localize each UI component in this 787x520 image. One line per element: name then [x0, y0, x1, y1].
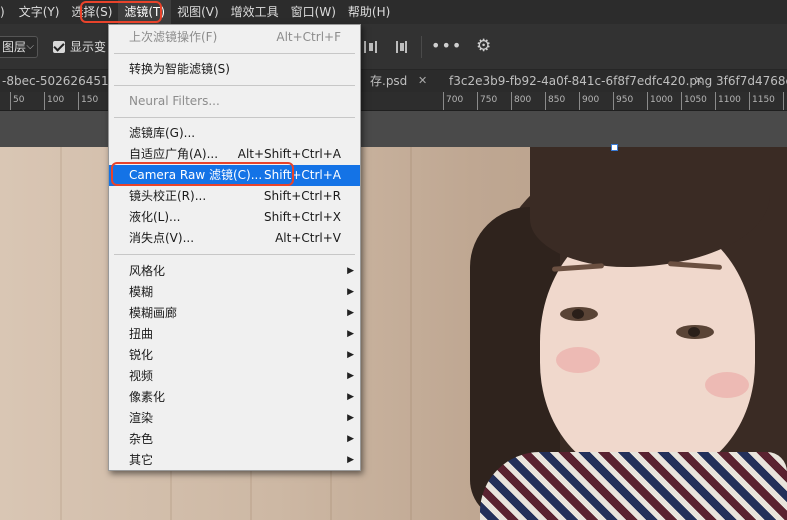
menu-item-shortcut: Shift+Ctrl+X: [264, 210, 341, 224]
photo-eye-right: [676, 325, 714, 339]
ruler-tick: 950: [613, 92, 633, 110]
submenu-arrow-icon: ▶: [347, 350, 354, 360]
filter-menu-item-distort[interactable]: 扭曲 ▶: [109, 324, 360, 345]
show-transform-label: 显示变: [70, 40, 107, 54]
doc-tab-3-label: f3c2e3b9-fb92-4a0f-841c-6f8f7edfc420.png: [449, 74, 713, 88]
submenu-arrow-icon: ▶: [347, 308, 354, 318]
ruler-tick: 150: [78, 92, 98, 110]
submenu-arrow-icon: ▶: [347, 434, 354, 444]
menu-item-label: 风格化: [129, 264, 166, 278]
menu-separator: [114, 117, 355, 118]
ruler-tick: 1050: [681, 92, 707, 110]
ruler-tick: 1200: [783, 92, 787, 110]
filter-menu-item-liquify[interactable]: 液化(L)... Shift+Ctrl+X: [109, 207, 360, 228]
gear-icon[interactable]: ⚙: [476, 36, 491, 56]
menu-separator: [114, 85, 355, 86]
distribute-horizontal-icon[interactable]: [393, 39, 409, 55]
menu-window[interactable]: 窗口(W): [285, 0, 342, 24]
doc-tab-2-label: 存.psd: [370, 74, 408, 88]
chevron-down-icon: ⌵: [26, 41, 34, 52]
submenu-arrow-icon: ▶: [347, 413, 354, 423]
menu-help[interactable]: 帮助(H): [342, 0, 396, 24]
filter-menu-item-video[interactable]: 视频 ▶: [109, 366, 360, 387]
filter-menu-item-blur[interactable]: 模糊 ▶: [109, 282, 360, 303]
doc-tab-2[interactable]: 存.psd: [370, 70, 407, 92]
show-transform-checkbox[interactable]: [53, 41, 65, 53]
ruler-tick: 1150: [749, 92, 775, 110]
menu-item-label: Neural Filters...: [129, 94, 220, 108]
ruler-tick: 1100: [715, 92, 741, 110]
filter-menu-item-render[interactable]: 渲染 ▶: [109, 408, 360, 429]
menu-type[interactable]: 文字(Y): [13, 0, 66, 24]
submenu-arrow-icon: ▶: [347, 329, 354, 339]
ruler-tick: 1000: [647, 92, 673, 110]
menu-item-label: 模糊画廊: [129, 306, 178, 320]
menu-item-label: 滤镜库(G)...: [129, 126, 196, 140]
ruler-tick: 800: [511, 92, 531, 110]
ruler-tick: 750: [477, 92, 497, 110]
ruler-tick: 850: [545, 92, 565, 110]
auto-select-dropdown[interactable]: 图层 ⌵: [0, 36, 38, 58]
filter-menu-item-vanishing-point[interactable]: 消失点(V)... Alt+Ctrl+V: [109, 228, 360, 249]
ruler-tick: 100: [44, 92, 64, 110]
menu-item-shortcut: Alt+Ctrl+F: [276, 30, 341, 44]
filter-menu-item-stylize[interactable]: 风格化 ▶: [109, 261, 360, 282]
transform-handle[interactable]: [611, 144, 618, 151]
close-icon[interactable]: ✕: [694, 70, 703, 92]
menu-item-label: 上次滤镜操作(F): [129, 30, 218, 44]
filter-menu-item-last-filter[interactable]: 上次滤镜操作(F) Alt+Ctrl+F: [109, 27, 360, 48]
menu-item-label: 像素化: [129, 390, 166, 404]
doc-tab-4-label: 3f6f7d4768e2: [716, 74, 787, 88]
filter-menu-item-lens-correction[interactable]: 镜头校正(R)... Shift+Ctrl+R: [109, 186, 360, 207]
menu-item-shortcut: Shift+Ctrl+R: [263, 189, 341, 203]
doc-tab-3[interactable]: f3c2e3b9-fb92-4a0f-841c-6f8f7edfc420.png: [449, 70, 712, 92]
filter-menu-item-noise[interactable]: 杂色 ▶: [109, 429, 360, 450]
close-icon[interactable]: ✕: [418, 70, 427, 92]
photo-eye-left: [560, 307, 598, 321]
filter-menu-item-other[interactable]: 其它 ▶: [109, 450, 360, 471]
filter-menu-item-smart-filter[interactable]: 转换为智能滤镜(S): [109, 59, 360, 80]
submenu-arrow-icon: ▶: [347, 266, 354, 276]
menu-separator: [114, 254, 355, 255]
photo-cheek-left: [556, 347, 600, 373]
menu-item-label: 其它: [129, 453, 154, 467]
menu-item-label: 扭曲: [129, 327, 154, 341]
menu-item-shortcut: Alt+Ctrl+V: [275, 231, 341, 245]
filter-menu-item-filter-gallery[interactable]: 滤镜库(G)...: [109, 123, 360, 144]
menu-item-label: 视频: [129, 369, 154, 383]
menu-item-label: 镜头校正(R)...: [129, 189, 207, 203]
ruler-tick: 50: [10, 92, 24, 110]
photo-scarf: [480, 452, 787, 520]
menu-item-label: 液化(L)...: [129, 210, 181, 224]
filter-menu-item-neural-filters[interactable]: Neural Filters...: [109, 91, 360, 112]
auto-select-value: 图层: [2, 40, 27, 54]
menu-item-label: 锐化: [129, 348, 154, 362]
photo-cheek-right: [705, 372, 749, 398]
menu-separator: [114, 53, 355, 54]
submenu-arrow-icon: ▶: [347, 455, 354, 465]
menu-item-label: 杂色: [129, 432, 154, 446]
annotation-highlight-camera-raw: [111, 162, 294, 186]
menu-item-label: 转换为智能滤镜(S): [129, 62, 230, 76]
toolbar-divider: [421, 36, 422, 58]
more-options-icon[interactable]: •••: [431, 36, 462, 55]
doc-tab-4[interactable]: 3f6f7d4768e2: [716, 70, 787, 92]
menu-image-partial[interactable]: ): [0, 0, 13, 24]
menu-plugins[interactable]: 增效工具: [225, 0, 285, 24]
menu-view[interactable]: 视图(V): [171, 0, 225, 24]
filter-menu-item-sharpen[interactable]: 锐化 ▶: [109, 345, 360, 366]
menu-item-label: 渲染: [129, 411, 154, 425]
menu-item-label: 模糊: [129, 285, 154, 299]
submenu-arrow-icon: ▶: [347, 287, 354, 297]
ruler-tick: 900: [579, 92, 599, 110]
ruler-tick: 700: [443, 92, 463, 110]
submenu-arrow-icon: ▶: [347, 371, 354, 381]
annotation-highlight-filter-menu: [80, 1, 162, 23]
menu-item-label: 消失点(V)...: [129, 231, 195, 245]
filter-menu: 上次滤镜操作(F) Alt+Ctrl+F 转换为智能滤镜(S) Neural F…: [108, 24, 361, 471]
distribute-vertical-icon[interactable]: [362, 39, 378, 55]
filter-menu-item-pixelate[interactable]: 像素化 ▶: [109, 387, 360, 408]
submenu-arrow-icon: ▶: [347, 392, 354, 402]
filter-menu-item-blur-gallery[interactable]: 模糊画廊 ▶: [109, 303, 360, 324]
